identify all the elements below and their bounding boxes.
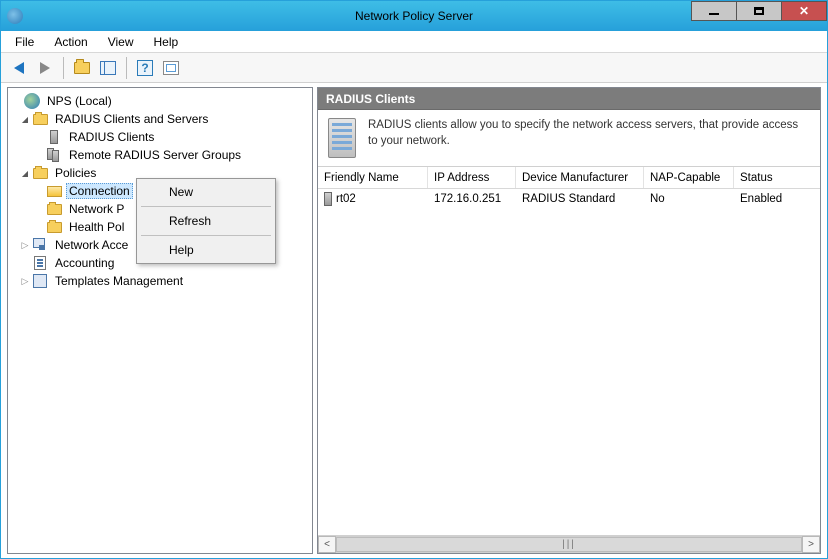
menu-file[interactable]: File	[5, 31, 44, 52]
expand-toggle[interactable]	[18, 168, 32, 179]
sheet-button[interactable]	[159, 56, 183, 80]
tree-node-radius-clients[interactable]: RADIUS Clients	[10, 128, 310, 146]
tree-label: Health Pol	[66, 219, 127, 235]
sheet-icon	[163, 61, 179, 75]
context-menu: New Refresh Help	[136, 178, 276, 264]
arrow-right-icon	[40, 62, 50, 74]
context-menu-new[interactable]: New	[139, 181, 273, 203]
globe-icon	[24, 93, 40, 109]
tree-node-radius-clients-servers[interactable]: RADIUS Clients and Servers	[10, 110, 310, 128]
client-row[interactable]: rt02 172.16.0.251 RADIUS Standard No Ena…	[318, 189, 820, 209]
tree-node-root[interactable]: NPS (Local)	[10, 92, 310, 110]
back-button[interactable]	[7, 56, 31, 80]
menubar: File Action View Help	[1, 31, 827, 53]
tree-node-templates[interactable]: Templates Management	[10, 272, 310, 290]
expand-toggle[interactable]	[18, 240, 32, 251]
folder-open-icon	[47, 186, 62, 197]
help-button[interactable]: ?	[133, 56, 157, 80]
nap-icon	[33, 238, 47, 252]
column-headers: Friendly Name IP Address Device Manufact…	[318, 167, 820, 189]
tree-label: Policies	[52, 165, 99, 181]
accounting-icon	[34, 256, 46, 270]
folder-up-icon	[74, 62, 90, 74]
toolbar-separator	[63, 57, 64, 79]
titlebar: Network Policy Server	[1, 1, 827, 31]
context-menu-refresh[interactable]: Refresh	[139, 210, 273, 232]
col-nap-capable[interactable]: NAP-Capable	[644, 167, 734, 188]
tree-label: Templates Management	[52, 273, 186, 289]
up-folder-button[interactable]	[70, 56, 94, 80]
tree-label: Connection	[66, 183, 133, 199]
cell-ip: 172.16.0.251	[428, 189, 516, 209]
scroll-right-button[interactable]: >	[802, 536, 820, 553]
detail-pane: RADIUS Clients RADIUS clients allow you …	[317, 87, 821, 554]
maximize-button[interactable]	[736, 1, 782, 21]
toolbar-separator	[126, 57, 127, 79]
minimize-button[interactable]	[691, 1, 737, 21]
properties-pane-button[interactable]	[96, 56, 120, 80]
scroll-track[interactable]: |||	[336, 536, 802, 553]
arrow-left-icon	[14, 62, 24, 74]
folder-icon	[33, 168, 48, 179]
horizontal-scrollbar[interactable]: < ||| >	[318, 535, 820, 553]
window-controls	[692, 1, 827, 21]
server-group-icon	[47, 148, 61, 162]
info-box: RADIUS clients allow you to specify the …	[318, 110, 820, 167]
server-rack-icon	[328, 118, 356, 158]
tree-label: Network P	[66, 201, 127, 217]
scroll-left-button[interactable]: <	[318, 536, 336, 553]
tree-label: RADIUS Clients	[66, 129, 157, 145]
main-area: NPS (Local) RADIUS Clients and Servers R…	[1, 83, 827, 558]
context-menu-separator	[141, 206, 271, 207]
tree-node-remote-groups[interactable]: Remote RADIUS Server Groups	[10, 146, 310, 164]
menu-help[interactable]: Help	[144, 31, 189, 52]
info-text: RADIUS clients allow you to specify the …	[368, 118, 810, 149]
col-device-manufacturer[interactable]: Device Manufacturer	[516, 167, 644, 188]
cell-name: rt02	[336, 193, 356, 205]
toolbar: ?	[1, 53, 827, 83]
cell-status: Enabled	[734, 189, 820, 209]
close-button[interactable]	[781, 1, 827, 21]
folder-icon	[47, 204, 62, 215]
context-menu-help[interactable]: Help	[139, 239, 273, 261]
client-rows: rt02 172.16.0.251 RADIUS Standard No Ena…	[318, 189, 820, 535]
server-icon	[324, 192, 332, 206]
help-icon: ?	[137, 60, 153, 76]
folder-icon	[33, 114, 48, 125]
tree-label: Network Acce	[52, 237, 131, 253]
tree-label: Remote RADIUS Server Groups	[66, 147, 244, 163]
expand-toggle[interactable]	[18, 114, 32, 125]
col-status[interactable]: Status	[734, 167, 820, 188]
tree-label: RADIUS Clients and Servers	[52, 111, 211, 127]
templates-icon	[33, 274, 47, 288]
menu-action[interactable]: Action	[44, 31, 97, 52]
tree-label: NPS (Local)	[44, 93, 115, 109]
properties-pane-icon	[100, 61, 116, 75]
col-ip-address[interactable]: IP Address	[428, 167, 516, 188]
tree-pane: NPS (Local) RADIUS Clients and Servers R…	[7, 87, 313, 554]
cell-device: RADIUS Standard	[516, 189, 644, 209]
col-friendly-name[interactable]: Friendly Name	[318, 167, 428, 188]
context-menu-separator	[141, 235, 271, 236]
tree-label: Accounting	[52, 255, 117, 271]
panel-header: RADIUS Clients	[318, 88, 820, 110]
scroll-thumb[interactable]: |||	[336, 537, 802, 552]
app-icon	[7, 8, 23, 24]
menu-view[interactable]: View	[98, 31, 144, 52]
folder-icon	[47, 222, 62, 233]
forward-button[interactable]	[33, 56, 57, 80]
server-icon	[50, 130, 58, 144]
expand-toggle[interactable]	[18, 276, 32, 287]
cell-nap: No	[644, 189, 734, 209]
